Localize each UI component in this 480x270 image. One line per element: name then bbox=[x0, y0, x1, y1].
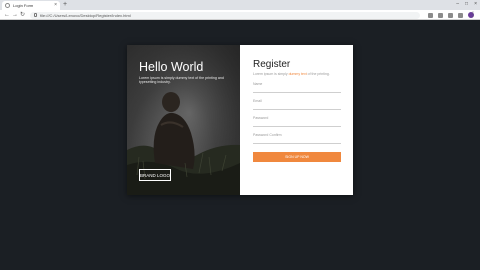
password-confirm-field[interactable]: Password Confirm bbox=[253, 133, 341, 144]
browser-menu-button[interactable]: ⋮ bbox=[470, 11, 476, 19]
extension-icons bbox=[428, 12, 474, 18]
password-field[interactable]: Password bbox=[253, 116, 341, 127]
browser-toolbar: ← → ↻ file:///C:/Users/Lenovo/Desktop/Re… bbox=[0, 10, 480, 20]
email-field[interactable]: Email bbox=[253, 99, 341, 110]
password-placeholder: Password bbox=[253, 116, 269, 120]
window-controls: – □ × bbox=[456, 0, 477, 9]
extension-icon[interactable] bbox=[438, 12, 443, 18]
new-tab-button[interactable]: + bbox=[63, 1, 67, 9]
hero-subtitle: Lorem ipsum is simply dummy text of the … bbox=[139, 76, 224, 85]
email-placeholder: Email bbox=[253, 99, 262, 103]
tab-title: Login Form bbox=[13, 3, 34, 8]
reload-button[interactable]: ↻ bbox=[20, 11, 25, 19]
name-placeholder: Name bbox=[253, 82, 263, 86]
form-title: Register bbox=[253, 59, 291, 70]
file-icon bbox=[34, 13, 37, 17]
address-bar[interactable]: file:///C:/Users/Lenovo/Desktop/Register… bbox=[30, 11, 420, 19]
tab-close-icon[interactable]: × bbox=[54, 3, 57, 8]
close-window-button[interactable]: × bbox=[474, 0, 477, 9]
maximize-button[interactable]: □ bbox=[465, 0, 468, 9]
minimize-button[interactable]: – bbox=[456, 0, 459, 9]
form-subtitle: Lorem ipsum is simply dummy text of the … bbox=[253, 72, 341, 76]
password-confirm-placeholder: Password Confirm bbox=[253, 133, 282, 137]
name-field[interactable]: Name bbox=[253, 82, 341, 93]
register-card: Hello World Lorem ipsum is simply dummy … bbox=[127, 45, 353, 195]
hero-panel: Hello World Lorem ipsum is simply dummy … bbox=[127, 45, 240, 195]
extension-icon[interactable] bbox=[448, 12, 453, 18]
browser-tab-strip: Login Form × + – □ × bbox=[0, 0, 480, 10]
back-button[interactable]: ← bbox=[4, 11, 10, 19]
register-form: Register Lorem ipsum is simply dummy tex… bbox=[253, 59, 341, 162]
sign-up-button[interactable]: SIGN UP NOW bbox=[253, 152, 341, 162]
forward-button[interactable]: → bbox=[12, 11, 18, 19]
extension-icon[interactable] bbox=[458, 12, 463, 18]
extension-icon[interactable] bbox=[428, 12, 433, 18]
globe-icon bbox=[5, 3, 10, 8]
browser-tab[interactable]: Login Form × bbox=[2, 1, 60, 10]
form-subtitle-link[interactable]: dummy text bbox=[289, 72, 307, 76]
address-url: file:///C:/Users/Lenovo/Desktop/Register… bbox=[40, 12, 131, 18]
form-subtitle-prefix: Lorem ipsum is simply bbox=[253, 72, 289, 76]
form-subtitle-suffix: of the printing. bbox=[306, 72, 330, 76]
hero-title: Hello World bbox=[139, 60, 204, 74]
brand-logo[interactable]: BRAND LOGO bbox=[139, 169, 171, 181]
